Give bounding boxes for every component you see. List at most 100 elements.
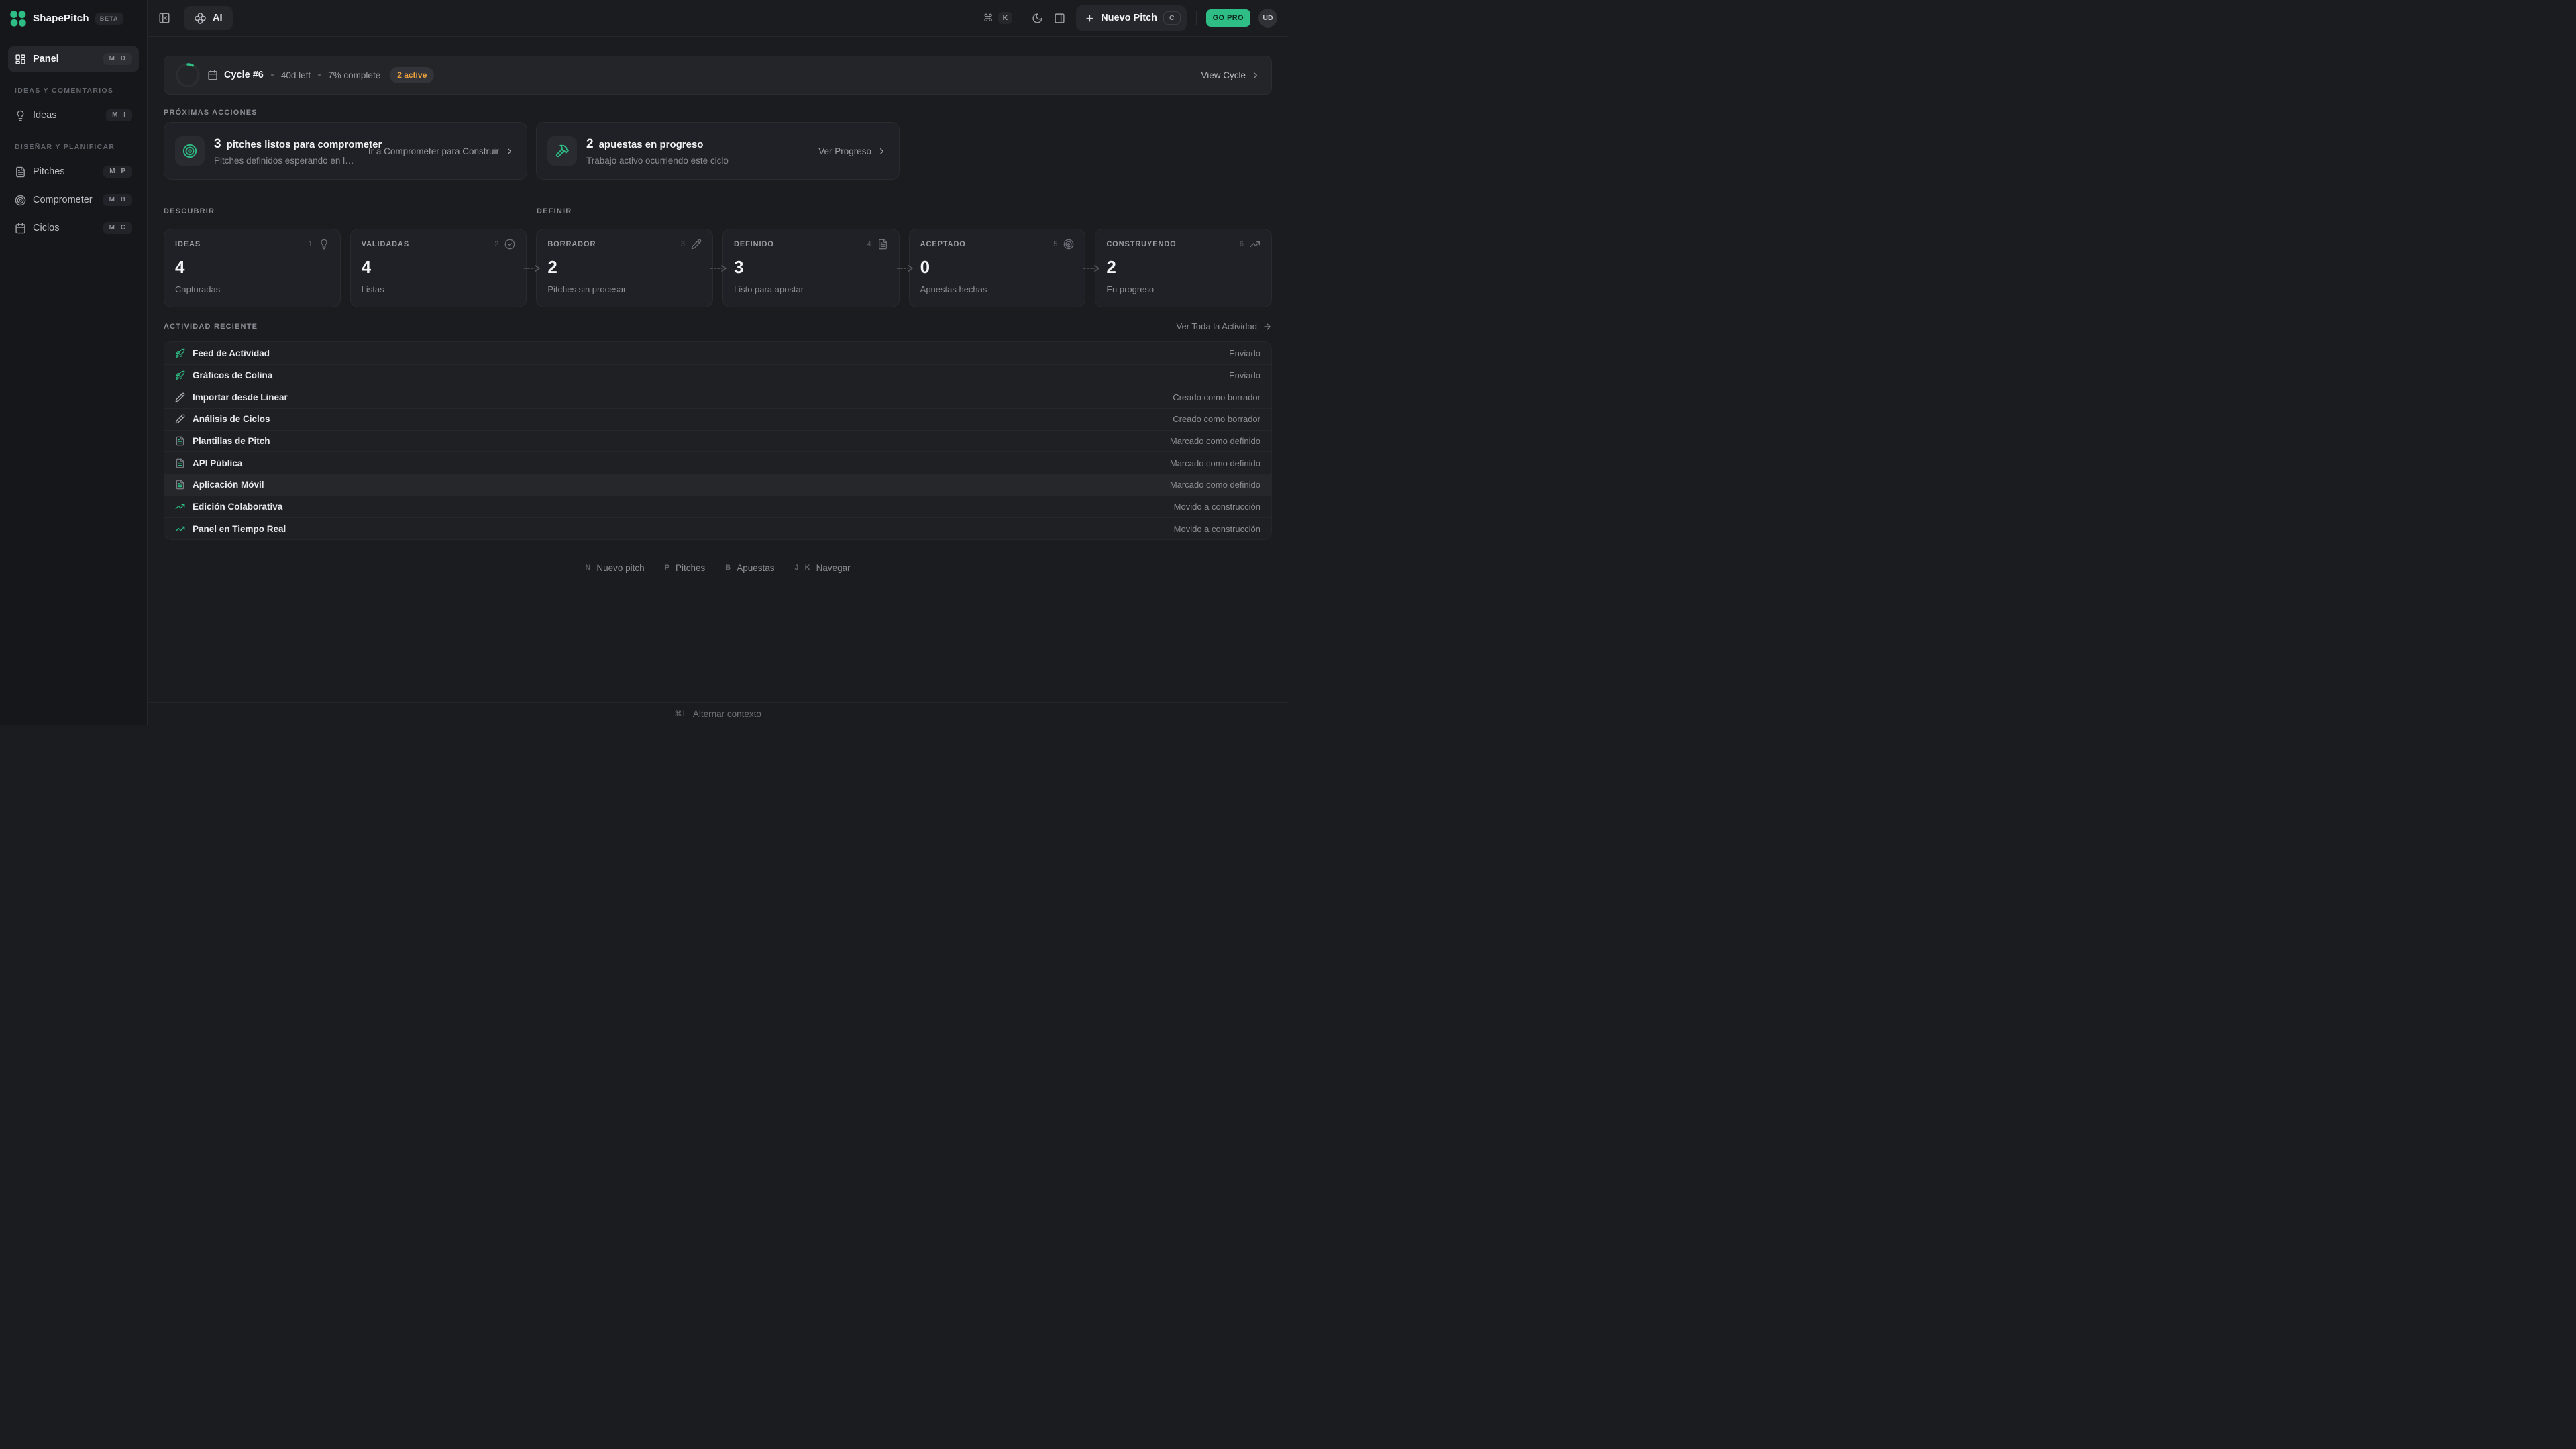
cycle-banner[interactable]: Cycle #6 40d left 7% complete 2 active V… [164, 56, 1272, 95]
new-pitch-button[interactable]: Nuevo Pitch C [1076, 5, 1186, 31]
target-icon [1063, 239, 1074, 250]
trending-up-icon [175, 524, 185, 534]
calendar-icon [15, 223, 26, 234]
sidebar-item-ideas[interactable]: Ideas M I [8, 103, 139, 128]
view-cycle-label: View Cycle [1201, 70, 1246, 80]
stage-label: CONSTRUYENDO [1106, 240, 1176, 248]
activity-status: Movido a construcción [1174, 524, 1260, 534]
cycle-days-left: 40d left [281, 70, 311, 80]
stage-card-aceptado[interactable]: ACEPTADO 5 0 Apuestas hechas [909, 229, 1086, 307]
shortcut-key: P [665, 564, 669, 572]
chevron-right-icon [877, 146, 887, 156]
activity-row[interactable]: API Pública Marcado como definido [164, 451, 1271, 474]
activity-row[interactable]: Plantillas de Pitch Marcado como definid… [164, 430, 1271, 452]
stage-card-definido[interactable]: DEFINIDO 4 3 Listo para apostar [722, 229, 900, 307]
arrow-right-icon [1263, 322, 1272, 331]
ai-button[interactable]: AI [184, 6, 233, 30]
shortcut-apuestas: B Apuestas [725, 563, 774, 573]
sidebar-item-label: Ideas [33, 110, 99, 121]
stage-sublabel: Apuestas hechas [920, 284, 1075, 294]
pencil-icon [175, 414, 185, 424]
sidebar-nav: Panel M D IDEAS Y COMENTARIOS Ideas M I … [0, 37, 147, 253]
sidebar-item-ciclos[interactable]: Ciclos M C [8, 215, 139, 241]
shortcut-key: N [585, 564, 590, 572]
trending-up-icon [175, 502, 185, 512]
activity-row[interactable]: Feed de Actividad Enviado [164, 342, 1271, 364]
active-badge: 2 active [390, 67, 434, 83]
panel-left-close-icon [158, 12, 170, 24]
collapse-sidebar-button[interactable] [158, 12, 170, 24]
sidebar-item-label: Comprometer [33, 195, 97, 205]
activity-row[interactable]: Panel en Tiempo Real Movido a construcci… [164, 517, 1271, 539]
action-icon-box [175, 136, 205, 166]
view-all-activity-link[interactable]: Ver Toda la Actividad [1177, 321, 1272, 331]
activity-label: Plantillas de Pitch [193, 436, 270, 446]
check-circle-icon [504, 239, 515, 250]
activity-row[interactable]: Análisis de Ciclos Creado como borrador [164, 408, 1271, 430]
stage-label: ACEPTADO [920, 240, 966, 248]
shortcut-hints: N Nuevo pitch P Pitches B Apuestas J K N… [164, 563, 1272, 573]
stage-sublabel: Capturadas [175, 284, 329, 294]
action-icon-box [547, 136, 577, 166]
stage-card-borrador[interactable]: BORRADOR 3 2 Pitches sin procesar [536, 229, 713, 307]
activity-row[interactable]: Aplicación Móvil Marcado como definido [164, 474, 1271, 496]
shortcut-label: Navegar [816, 563, 851, 573]
plus-icon [1085, 13, 1095, 23]
stage-step: 5 [1053, 240, 1057, 248]
activity-status: Movido a construcción [1174, 502, 1260, 512]
stage-card-validadas[interactable]: VALIDADAS 2 4 Listas [350, 229, 527, 307]
view-cycle-link[interactable]: View Cycle [1201, 70, 1260, 80]
stage-flow-arrow-icon [524, 264, 541, 273]
action-card-comprometer[interactable]: 3 pitches listos para comprometer Pitche… [164, 122, 527, 180]
stage-step: 4 [867, 240, 871, 248]
stage-sublabel: En progreso [1106, 284, 1260, 294]
action-card-progreso[interactable]: 2 apuestas en progreso Trabajo activo oc… [536, 122, 900, 180]
sidebar-item-pitches[interactable]: Pitches M P [8, 159, 139, 184]
dot-separator [318, 74, 321, 76]
trending-up-icon [1250, 239, 1260, 250]
ai-button-label: AI [213, 13, 223, 23]
action-link-label: Ver Progreso [818, 146, 871, 156]
activity-status: Marcado como definido [1170, 480, 1260, 490]
command-icon[interactable]: ⌘ [983, 12, 994, 24]
panel-right-button[interactable] [1054, 13, 1065, 24]
action-text: 2 apuestas en progreso Trabajo activo oc… [586, 137, 729, 166]
kbd-chip: M P [103, 166, 132, 178]
theme-toggle-button[interactable] [1032, 13, 1043, 24]
sidebar-item-label: Pitches [33, 166, 97, 177]
stage-sublabel: Pitches sin procesar [547, 284, 702, 294]
flower-icon [194, 12, 207, 25]
shapepitch-logo-icon [9, 10, 27, 28]
activity-row[interactable]: Edición Colaborativa Movido a construcci… [164, 496, 1271, 518]
pipeline-stage-row: IDEAS 1 4 Capturadas VALIDADAS 2 4 Lista… [164, 229, 1272, 307]
view-progress-link[interactable]: Ver Progreso [818, 146, 887, 156]
divider [1196, 11, 1197, 25]
shortcut-label: Apuestas [737, 563, 774, 573]
stage-label: BORRADOR [547, 240, 596, 248]
sidebar-item-panel[interactable]: Panel M D [8, 46, 139, 72]
action-title: apuestas en progreso [599, 139, 704, 150]
shortcut-new-pitch: N Nuevo pitch [585, 563, 644, 573]
stage-step: 6 [1240, 240, 1244, 248]
target-icon [182, 144, 197, 158]
kbd-chip: M D [103, 53, 132, 65]
activity-row[interactable]: Importar desde Linear Creado como borrad… [164, 386, 1271, 408]
calendar-icon [207, 70, 218, 80]
stage-step: 1 [309, 240, 313, 248]
go-pro-button[interactable]: GO PRO [1206, 9, 1250, 27]
avatar[interactable]: UD [1258, 9, 1277, 28]
sidebar-item-comprometer[interactable]: Comprometer M B [8, 187, 139, 213]
shortcut-navegar: J K Navegar [795, 563, 851, 573]
main-content: Cycle #6 40d left 7% complete 2 active V… [148, 37, 1288, 702]
go-to-comprometer-link[interactable]: Ir a Comprometer para Construir [368, 146, 515, 156]
stage-sublabel: Listas [362, 284, 516, 294]
stage-card-construyendo[interactable]: CONSTRUYENDO 6 2 En progreso [1095, 229, 1272, 307]
file-icon [877, 239, 888, 250]
next-actions-cards: 3 pitches listos para comprometer Pitche… [164, 122, 1272, 180]
dot-separator [271, 74, 274, 76]
stage-card-ideas[interactable]: IDEAS 1 4 Capturadas [164, 229, 341, 307]
stage-value: 4 [175, 258, 329, 276]
file-text-icon [175, 458, 185, 468]
activity-label: Aplicación Móvil [193, 480, 264, 490]
activity-row[interactable]: Gráficos de Colina Enviado [164, 364, 1271, 386]
